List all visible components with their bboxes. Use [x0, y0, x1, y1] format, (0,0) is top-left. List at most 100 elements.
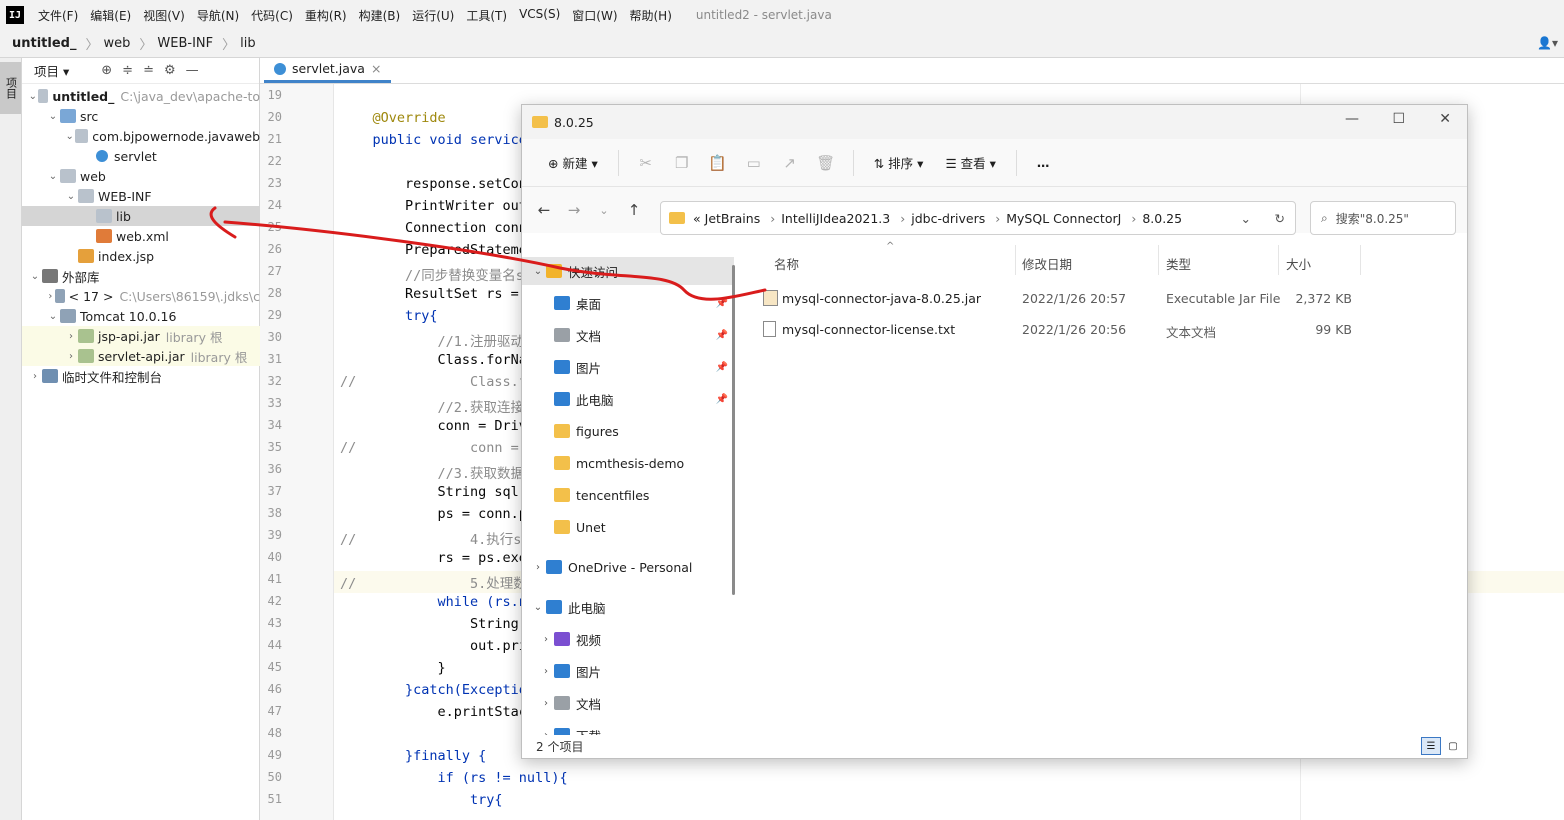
- tree-row[interactable]: ⌄ web: [22, 166, 260, 186]
- expand-arrow-icon[interactable]: ›: [46, 291, 55, 302]
- code-line[interactable]: while (rs.n: [340, 594, 527, 610]
- code-line[interactable]: if (rs != null){: [340, 770, 568, 786]
- refresh-icon[interactable]: ↻: [1275, 211, 1285, 226]
- tree-row[interactable]: ⌄ src: [22, 106, 260, 126]
- share-icon[interactable]: ↗: [775, 148, 805, 178]
- tree-row[interactable]: servlet: [22, 146, 260, 166]
- tree-row[interactable]: › jsp-api.jar library 根: [22, 326, 260, 346]
- nav-item[interactable]: › OneDrive - Personal: [522, 553, 734, 581]
- pin-icon[interactable]: 📌: [716, 330, 728, 341]
- tree-row[interactable]: › 临时文件和控制台: [22, 366, 260, 386]
- nav-item[interactable]: ⌄ 此电脑: [522, 593, 734, 621]
- cut-icon[interactable]: ✂: [631, 148, 661, 178]
- view-button[interactable]: ☰ 查看 ▾: [937, 147, 1003, 178]
- project-tool-button[interactable]: 项目: [0, 62, 21, 114]
- chevron-icon[interactable]: ›: [538, 634, 554, 645]
- menu-7[interactable]: 运行(U): [406, 7, 460, 24]
- code-line[interactable]: try{: [340, 792, 503, 808]
- path-jdbc-drivers[interactable]: jdbc-drivers: [911, 211, 985, 226]
- locate-icon[interactable]: ⊕: [101, 63, 112, 78]
- back-icon[interactable]: ←: [532, 201, 556, 219]
- thumbnail-view-icon[interactable]: ▢: [1443, 737, 1463, 755]
- nav-item[interactable]: 图片 📌: [522, 353, 734, 381]
- up-icon[interactable]: ↑: [622, 201, 646, 219]
- code-line[interactable]: e.printStac: [340, 704, 527, 720]
- paste-icon[interactable]: 📋: [703, 148, 733, 178]
- nav-item[interactable]: ›下载: [522, 721, 734, 735]
- search-input[interactable]: ⌕ 搜索"8.0.25": [1310, 201, 1456, 235]
- expand-all-icon[interactable]: ≑: [122, 63, 133, 78]
- code-line[interactable]: public void service: [340, 132, 527, 148]
- expand-arrow-icon[interactable]: ⌄: [46, 111, 60, 122]
- path-box[interactable]: « JetBrains › IntelliJIdea2021.3 › jdbc-dr…: [660, 201, 1296, 235]
- column-date[interactable]: 修改日期: [1022, 251, 1072, 275]
- menu-10[interactable]: 窗口(W): [566, 7, 623, 24]
- more-button[interactable]: …: [1029, 149, 1058, 176]
- chevron-icon[interactable]: ›: [530, 562, 546, 573]
- nav-item[interactable]: Unet: [522, 513, 734, 541]
- code-line[interactable]: conn = Driv: [340, 418, 527, 434]
- expand-arrow-icon[interactable]: ⌄: [46, 171, 60, 182]
- menu-1[interactable]: 编辑(E): [84, 7, 137, 24]
- forward-icon[interactable]: →: [562, 201, 586, 219]
- code-line[interactable]: try{: [340, 308, 438, 324]
- tree-row[interactable]: ⌄ WEB-INF: [22, 186, 260, 206]
- nav-item[interactable]: mcmthesis-demo: [522, 449, 734, 477]
- expand-arrow-icon[interactable]: ⌄: [28, 271, 42, 282]
- nav-item[interactable]: ⌄ 快速访问: [522, 257, 734, 285]
- tree-row[interactable]: ⌄ com.bjpowernode.javaweb: [22, 126, 260, 146]
- tree-row[interactable]: ⌄ 外部库: [22, 266, 260, 286]
- column-name[interactable]: 名称: [774, 251, 799, 275]
- nav-item[interactable]: › 视频: [522, 625, 734, 653]
- code-line[interactable]: //2.获取连接: [340, 396, 525, 416]
- rename-icon[interactable]: ▭: [739, 148, 769, 178]
- path-intellij[interactable]: IntelliJIdea2021.3: [781, 211, 890, 226]
- nav-item[interactable]: 桌面 📌: [522, 289, 734, 317]
- menu-0[interactable]: 文件(F): [32, 7, 84, 24]
- menu-8[interactable]: 工具(T): [460, 7, 513, 24]
- menu-6[interactable]: 构建(B): [353, 7, 407, 24]
- tree-row[interactable]: ⌄ Tomcat 10.0.16: [22, 306, 260, 326]
- code-line[interactable]: // conn = Dr: [340, 440, 543, 456]
- close-icon[interactable]: ✕: [1439, 111, 1451, 127]
- close-icon[interactable]: ×: [371, 61, 381, 76]
- chevron-icon[interactable]: ›: [538, 698, 554, 709]
- code-line[interactable]: Connection conn: [340, 220, 527, 236]
- pin-icon[interactable]: 📌: [716, 362, 728, 373]
- menu-4[interactable]: 代码(C): [245, 7, 299, 24]
- chevron-icon[interactable]: ›: [538, 666, 554, 677]
- column-type[interactable]: 类型: [1166, 251, 1191, 275]
- gear-icon[interactable]: ⚙: [164, 63, 176, 78]
- expand-arrow-icon[interactable]: ›: [28, 371, 42, 382]
- menu-3[interactable]: 导航(N): [191, 7, 245, 24]
- code-line[interactable]: //3.获取数据: [340, 462, 525, 482]
- details-view-icon[interactable]: ☰: [1421, 737, 1441, 755]
- file-row[interactable]: mysql-connector-license.txt 2022/1/26 20:…: [750, 314, 1352, 344]
- recent-icon[interactable]: ⌄: [592, 204, 616, 217]
- tree-row[interactable]: › servlet-api.jar library 根: [22, 346, 260, 366]
- nav-item[interactable]: 文档 📌: [522, 321, 734, 349]
- code-line[interactable]: PreparedStateme: [340, 242, 527, 258]
- pin-icon[interactable]: 📌: [716, 394, 728, 405]
- code-line[interactable]: // Class.for: [340, 374, 543, 390]
- minimize-icon[interactable]: —: [1345, 111, 1359, 127]
- menu-5[interactable]: 重构(R): [299, 7, 353, 24]
- path-version[interactable]: 8.0.25: [1142, 211, 1182, 226]
- chevron-icon[interactable]: ⌄: [530, 602, 546, 613]
- breadcrumb-lib[interactable]: lib: [240, 36, 255, 51]
- tab-servlet-java[interactable]: servlet.java ×: [264, 57, 392, 83]
- hide-icon[interactable]: —: [186, 63, 199, 78]
- chevron-down-icon[interactable]: ⌄: [1241, 211, 1251, 226]
- user-icon[interactable]: 👤▾: [1537, 36, 1558, 50]
- code-line[interactable]: ResultSet rs =: [340, 286, 527, 302]
- pin-icon[interactable]: 📌: [716, 298, 728, 309]
- new-button[interactable]: ⊕ 新建 ▾: [540, 147, 606, 178]
- tree-row[interactable]: lib: [22, 206, 260, 226]
- collapse-all-icon[interactable]: ≐: [143, 63, 154, 78]
- tree-row[interactable]: › < 17 > C:\Users\86159\.jdks\c: [22, 286, 260, 306]
- menu-11[interactable]: 帮助(H): [624, 7, 678, 24]
- menu-2[interactable]: 视图(V): [137, 7, 191, 24]
- tree-row[interactable]: ⌄ untitled_ C:\java_dev\apache-to: [22, 86, 260, 106]
- menu-9[interactable]: VCS(S): [513, 7, 566, 24]
- breadcrumb-web[interactable]: web: [104, 36, 131, 51]
